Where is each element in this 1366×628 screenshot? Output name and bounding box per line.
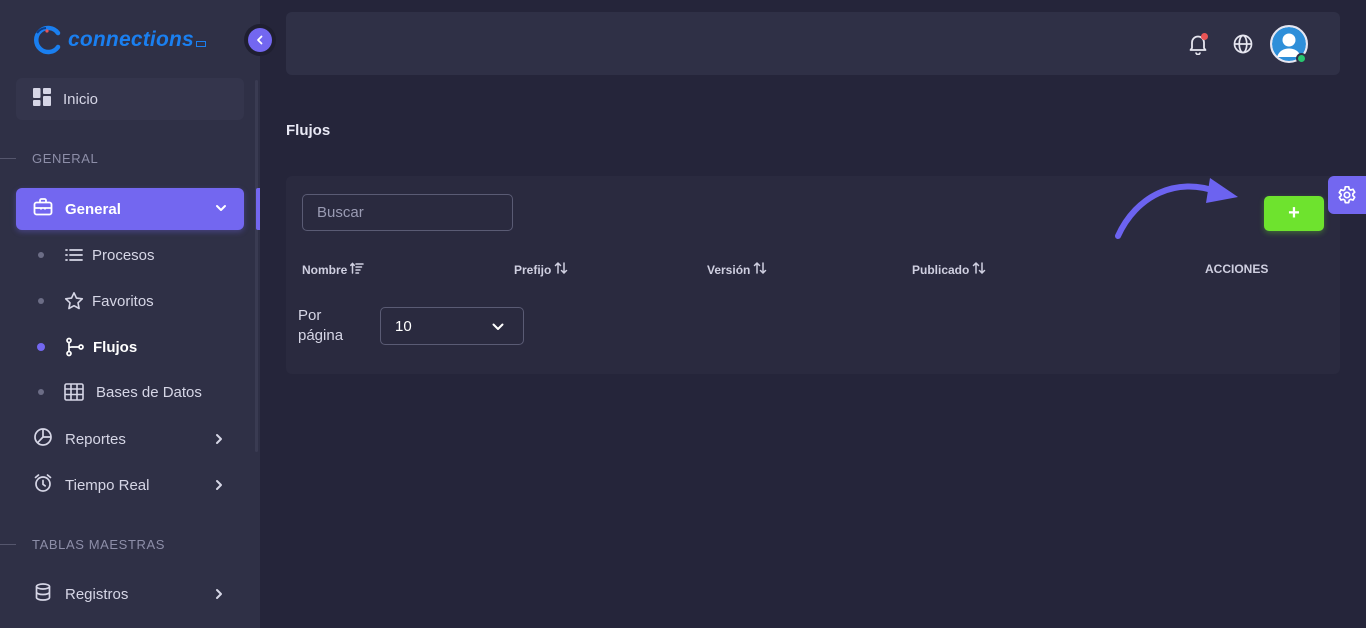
sidebar-subitem-label: Flujos xyxy=(93,338,138,356)
sidebar-item-tiempo-real[interactable]: Tiempo Real xyxy=(16,465,244,505)
section-header-general: GENERAL xyxy=(0,149,260,167)
logo-icon xyxy=(32,24,64,56)
app-logo[interactable]: connections xyxy=(32,22,206,58)
briefcase-icon xyxy=(33,197,53,222)
notification-badge xyxy=(1201,33,1208,40)
sidebar-item-label: Reportes xyxy=(65,430,126,448)
sidebar-item-label: Registros xyxy=(65,585,129,603)
bullet-active-icon xyxy=(37,343,45,351)
table-icon xyxy=(64,382,84,402)
language-button[interactable] xyxy=(1231,32,1255,56)
sort-asc-icon xyxy=(350,262,365,277)
top-navbar xyxy=(286,12,1340,75)
collapse-sidebar-button[interactable] xyxy=(248,28,272,52)
chevron-right-icon xyxy=(212,478,226,497)
active-indicator xyxy=(256,188,260,230)
notifications-button[interactable] xyxy=(1186,32,1210,56)
sidebar-subitem-label: Favoritos xyxy=(92,292,154,310)
sidebar-subitem-flujos[interactable]: Flujos xyxy=(32,327,244,367)
chevron-right-icon xyxy=(212,587,226,606)
column-header-publicado[interactable]: Publicado xyxy=(912,261,986,277)
bullet-icon xyxy=(38,298,44,304)
sidebar-item-label: Inicio xyxy=(63,90,99,108)
arrow-pointer-icon xyxy=(1115,178,1238,239)
list-icon xyxy=(64,245,84,265)
sidebar-subitem-bases-de-datos[interactable]: Bases de Datos xyxy=(32,372,244,412)
sort-icon xyxy=(753,261,767,277)
gear-icon xyxy=(1338,185,1356,204)
column-header-acciones: ACCIONES xyxy=(1205,262,1269,276)
per-page-select[interactable]: 10 xyxy=(380,307,524,345)
column-header-version[interactable]: Versión xyxy=(707,261,767,277)
sidebar-item-general[interactable]: General xyxy=(16,188,244,230)
customizer-settings-button[interactable] xyxy=(1328,176,1366,214)
sidebar: connections Inicio GENERAL General Proce… xyxy=(0,0,260,628)
bullet-icon xyxy=(38,389,44,395)
sidebar-subitem-favoritos[interactable]: Favoritos xyxy=(32,281,244,321)
star-icon xyxy=(64,291,84,311)
column-header-nombre[interactable]: Nombre xyxy=(302,262,365,277)
flow-branch-icon xyxy=(65,337,85,357)
chevron-down-icon xyxy=(491,320,505,338)
sidebar-subitem-procesos[interactable]: Procesos xyxy=(32,235,244,275)
database-icon xyxy=(33,582,53,607)
sidebar-item-inicio[interactable]: Inicio xyxy=(16,78,244,120)
section-header-tablas-maestras: TABLAS MAESTRAS xyxy=(0,535,260,553)
alarm-clock-icon xyxy=(33,473,53,498)
sidebar-subitem-label: Bases de Datos xyxy=(96,383,202,401)
chevron-down-icon xyxy=(214,201,228,220)
online-status-badge xyxy=(1296,53,1307,64)
sidebar-subitem-label: Procesos xyxy=(92,246,155,264)
logo-badge xyxy=(195,41,206,47)
search-input[interactable] xyxy=(302,194,513,231)
chevron-right-icon xyxy=(212,432,226,451)
sidebar-item-label: General xyxy=(65,200,121,218)
globe-icon xyxy=(1233,34,1253,54)
per-page-label: Por página xyxy=(298,307,344,344)
bullet-icon xyxy=(38,252,44,258)
page-title: Flujos xyxy=(286,122,331,139)
chevron-left-icon xyxy=(257,35,263,45)
sidebar-scrollbar[interactable] xyxy=(255,80,258,452)
pie-chart-icon xyxy=(33,427,53,452)
sidebar-item-reportes[interactable]: Reportes xyxy=(16,419,244,459)
sort-icon xyxy=(972,261,986,277)
column-header-prefijo[interactable]: Prefijo xyxy=(514,261,568,277)
logo-text: connections xyxy=(68,28,194,51)
per-page-value: 10 xyxy=(395,317,412,335)
dashboard-icon xyxy=(33,87,51,111)
sidebar-item-registros[interactable]: Registros xyxy=(16,574,244,614)
add-flow-button[interactable]: + xyxy=(1264,196,1324,231)
sort-icon xyxy=(554,261,568,277)
sidebar-item-label: Tiempo Real xyxy=(65,476,150,494)
